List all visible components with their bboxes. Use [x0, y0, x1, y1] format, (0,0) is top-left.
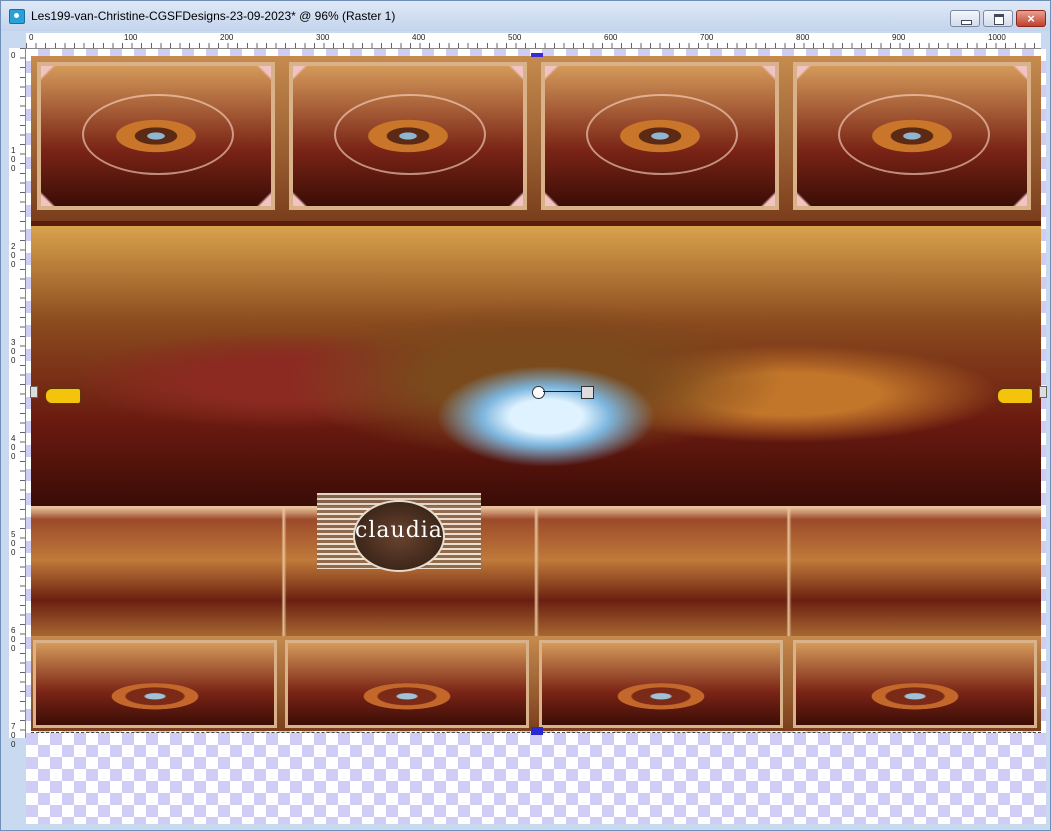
- maximize-button[interactable]: [983, 10, 1013, 27]
- rotate-square[interactable]: [581, 386, 594, 399]
- pointing-hand-left-icon[interactable]: [997, 388, 1033, 404]
- ruler-label: 700: [11, 722, 16, 749]
- window-title: Les199-van-Christine-CGSFDesigns-23-09-2…: [31, 9, 396, 23]
- top-tile-strip: [31, 56, 1041, 221]
- ruler-label: 400: [412, 33, 426, 42]
- ruler-label: 500: [508, 33, 522, 42]
- ruler-label: 500: [11, 530, 16, 557]
- waterfall-scene: [31, 226, 1041, 506]
- top-tile: [541, 62, 779, 210]
- ruler-label: 200: [11, 242, 16, 269]
- ruler-label: 600: [11, 626, 16, 653]
- image-window: Les199-van-Christine-CGSFDesigns-23-09-2…: [0, 0, 1051, 831]
- bottom-tile: [539, 640, 783, 728]
- rotate-knob[interactable]: [532, 386, 545, 399]
- top-tile: [289, 62, 527, 210]
- reflection-floor: [31, 506, 1041, 641]
- horizontal-ruler[interactable]: 0 100 200 300 400 500 600 700 800 900 10…: [26, 33, 1041, 49]
- ruler-label: 0: [29, 33, 34, 42]
- close-button[interactable]: ×: [1016, 10, 1046, 27]
- ruler-label: 0: [11, 51, 16, 60]
- ruler-label: 100: [11, 146, 16, 173]
- paint-shop-icon[interactable]: [9, 9, 25, 24]
- ruler-label: 900: [892, 33, 906, 42]
- bottom-handle[interactable]: [531, 727, 543, 735]
- ruler-label: 700: [700, 33, 714, 42]
- pointing-hand-right-icon[interactable]: [45, 388, 81, 404]
- ruler-label: 300: [11, 338, 16, 365]
- watermark-text: claudia: [355, 518, 443, 543]
- rotate-handle-icon[interactable]: [532, 386, 594, 399]
- ruler-label: 1000: [988, 33, 1006, 42]
- ruler-label: 800: [796, 33, 810, 42]
- bottom-tile: [793, 640, 1037, 728]
- left-side-handle[interactable]: [30, 386, 38, 398]
- watermark-seal: claudia: [353, 500, 445, 572]
- minimize-button[interactable]: [950, 10, 980, 27]
- bottom-tile: [285, 640, 529, 728]
- top-tile: [37, 62, 275, 210]
- ruler-label: 600: [604, 33, 618, 42]
- ruler-label: 200: [220, 33, 234, 42]
- bottom-tile-strip: [31, 636, 1041, 731]
- title-bar[interactable]: Les199-van-Christine-CGSFDesigns-23-09-2…: [1, 1, 1050, 31]
- rotate-line: [543, 391, 583, 392]
- vertical-ruler[interactable]: 0 100 200 300 400 500 600 700: [9, 48, 26, 749]
- top-tile: [793, 62, 1031, 210]
- ruler-label: 400: [11, 434, 16, 461]
- top-handle[interactable]: [531, 53, 543, 57]
- ruler-label: 300: [316, 33, 330, 42]
- bottom-tile: [33, 640, 277, 728]
- close-icon: ×: [1027, 11, 1035, 26]
- right-side-handle[interactable]: [1039, 386, 1047, 398]
- ruler-label: 100: [124, 33, 138, 42]
